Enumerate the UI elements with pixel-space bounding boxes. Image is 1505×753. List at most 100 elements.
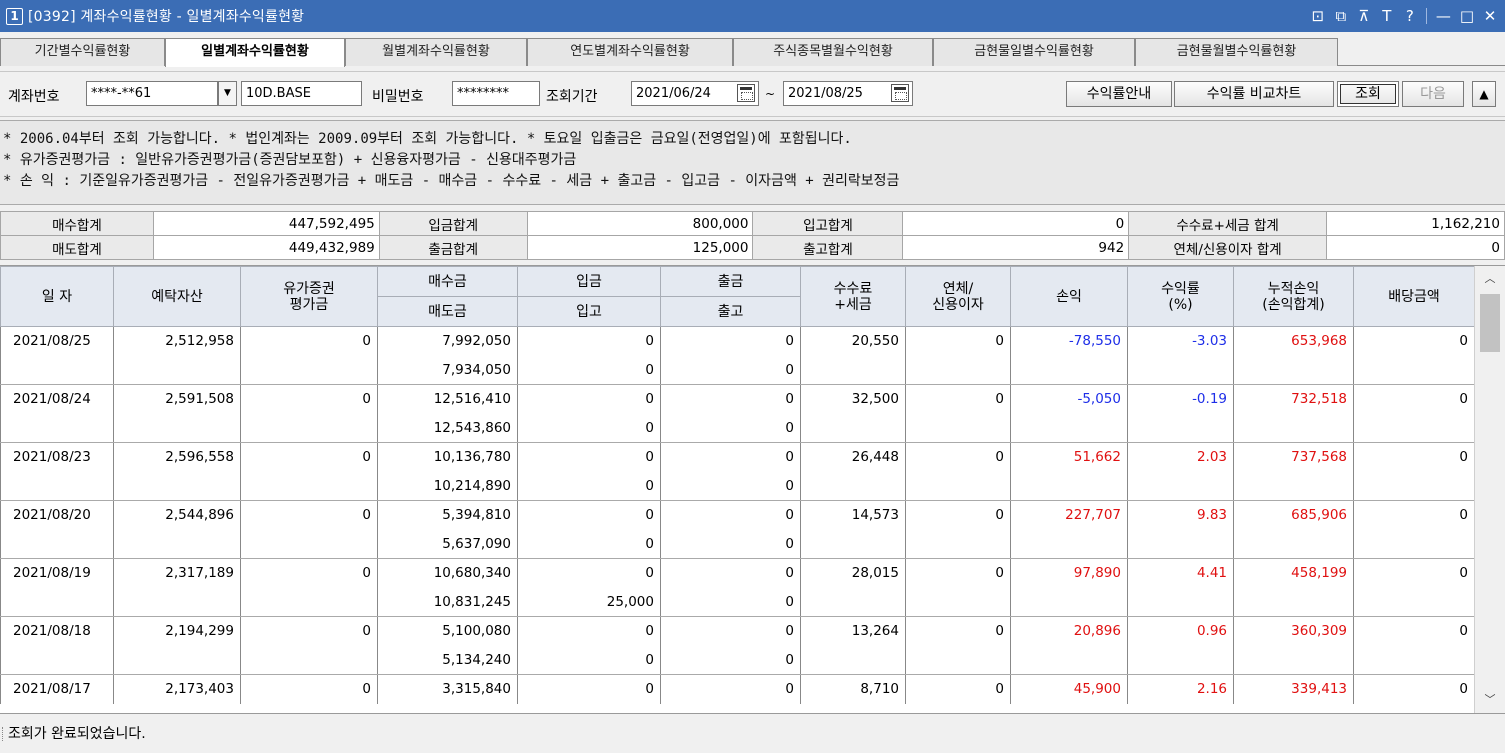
row-in-cash: 0 [517, 500, 661, 530]
tab-period-return[interactable]: 기간별수익률현황 [0, 38, 165, 66]
return-compare-chart-button[interactable]: 수익률 비교차트 [1174, 81, 1334, 107]
table-row[interactable]: 2021/08/18 2,194,299 0 5,100,080 0 0 13,264 0 20… [0, 616, 1475, 646]
summary-label: 입고합계 [752, 211, 904, 236]
maximize-icon[interactable]: □ [1460, 7, 1474, 25]
col-header-sell[interactable]: 매도금 [377, 296, 518, 327]
table-row[interactable]: 2021/08/23 2,596,558 0 10,136,780 0 0 26,448 0 5… [0, 442, 1475, 472]
row-in-stock: 0 [517, 413, 661, 443]
tab-daily-account-return[interactable]: 일별계좌수익률현황 [165, 38, 345, 67]
col-header-interest[interactable]: 연체/신용이자 [905, 266, 1011, 327]
row-buy: 5,100,080 [377, 616, 518, 646]
row-date-blank [0, 413, 114, 443]
tab-yearly-account-return[interactable]: 연도별계좌수익률현황 [527, 38, 733, 66]
col-header-in-cash[interactable]: 입금 [517, 266, 661, 297]
col-header-fee[interactable]: 수수료 +세금 [800, 266, 906, 327]
font-size-icon[interactable]: T [1380, 7, 1394, 25]
col-header-pnl[interactable]: 손익 [1010, 266, 1128, 327]
row-sell: 10,831,245 [377, 587, 518, 617]
row-rate-blank [1127, 645, 1234, 675]
row-interest: 0 [905, 442, 1011, 472]
tab-gold-monthly-return[interactable]: 금현물월별수익률현황 [1135, 38, 1338, 66]
summary-value: 447,592,495 [152, 211, 380, 236]
row-pnl: 97,890 [1010, 558, 1128, 588]
row-rate: 2.03 [1127, 442, 1234, 472]
tab-monthly-account-return[interactable]: 월별계좌수익률현황 [345, 38, 527, 66]
tab-stock-monthly-return[interactable]: 주식종목별월수익현황 [733, 38, 933, 66]
table-row-sub[interactable]: 5,134,240 0 0 [0, 645, 1475, 675]
row-interest: 0 [905, 558, 1011, 588]
row-rate-blank [1127, 587, 1234, 617]
grid-scrollbar[interactable]: ︿ ﹀ [1474, 266, 1505, 713]
row-date: 2021/08/23 [0, 442, 114, 472]
table-row[interactable]: 2021/08/20 2,544,896 0 5,394,810 0 0 14,573 0 22… [0, 500, 1475, 530]
query-button[interactable]: 조회 [1337, 81, 1399, 107]
row-deposit-blank [113, 471, 241, 501]
close-icon[interactable]: ✕ [1483, 7, 1497, 25]
row-out-cash: 0 [660, 674, 801, 704]
row-securities-blank [240, 471, 378, 501]
account-number-input[interactable]: ****-**61 [86, 81, 218, 106]
collapse-button[interactable]: ▲ [1472, 81, 1496, 107]
col-header-dividend[interactable]: 배당금액 [1353, 266, 1475, 327]
table-row[interactable]: 2021/08/19 2,317,189 0 10,680,340 0 0 28,015 0 9… [0, 558, 1475, 588]
table-row-sub[interactable]: 12,543,860 0 0 [0, 413, 1475, 443]
minimize-icon[interactable]: — [1436, 7, 1451, 25]
row-pnl: -78,550 [1010, 326, 1128, 356]
row-pnl-blank [1010, 413, 1128, 443]
row-in-stock: 25,000 [517, 587, 661, 617]
col-header-out-cash[interactable]: 출금 [660, 266, 801, 297]
screen-link-icon[interactable]: ⊡ [1311, 7, 1325, 25]
password-input[interactable]: ******** [452, 81, 540, 106]
col-header-cumulative[interactable]: 누적손익 (손익합계) [1233, 266, 1354, 327]
end-calendar-icon[interactable] [891, 84, 909, 102]
return-guide-button[interactable]: 수익률안내 [1066, 81, 1172, 107]
table-row[interactable]: 2021/08/24 2,591,508 0 12,516,410 0 0 32,500 0-… [0, 384, 1475, 414]
scroll-down-icon[interactable]: ﹀ [1475, 689, 1505, 711]
row-deposit-blank [113, 645, 241, 675]
table-row[interactable]: 2021/08/17 2,173,403 0 3,315,840 0 0 8,710 0 45,… [0, 674, 1475, 704]
col-header-date[interactable]: 일 자 [0, 266, 114, 327]
query-bar: 계좌번호 ****-**61 ▼ 10D.BASE 비밀번호 ******** … [0, 71, 1505, 117]
row-out-cash: 0 [660, 442, 801, 472]
col-header-in-stock[interactable]: 입고 [517, 296, 661, 327]
col-header-deposit[interactable]: 예탁자산 [113, 266, 241, 327]
row-pnl: 45,900 [1010, 674, 1128, 704]
row-cumulative-blank [1233, 587, 1354, 617]
col-header-out-stock[interactable]: 출고 [660, 296, 801, 327]
col-header-securities[interactable]: 유가증권 평가금 [240, 266, 378, 327]
row-cumulative-blank [1233, 413, 1354, 443]
table-row-sub[interactable]: 7,934,050 0 0 [0, 355, 1475, 385]
table-row-sub[interactable]: 10,214,890 0 0 [0, 471, 1475, 501]
table-row-sub[interactable]: 5,637,090 0 0 [0, 529, 1475, 559]
summary-label: 출고합계 [752, 235, 904, 260]
row-out-stock: 0 [660, 587, 801, 617]
tab-gold-daily-return[interactable]: 금현물일별수익률현황 [933, 38, 1135, 66]
row-cumulative: 653,968 [1233, 326, 1354, 356]
pin-icon[interactable]: ⊼ [1357, 7, 1371, 25]
row-out-stock: 0 [660, 471, 801, 501]
row-date-blank [0, 587, 114, 617]
start-calendar-icon[interactable] [737, 84, 755, 102]
row-out-cash: 0 [660, 500, 801, 530]
help-icon[interactable]: ? [1403, 7, 1417, 25]
scroll-up-icon[interactable]: ︿ [1475, 268, 1505, 290]
row-dividend-blank [1353, 413, 1475, 443]
row-in-stock: 0 [517, 529, 661, 559]
daily-return-grid[interactable]: 일 자 예탁자산 유가증권 평가금 매수금 입금 출금 수수료 +세금 연체/신용이… [0, 265, 1505, 714]
account-dropdown-button[interactable]: ▼ [218, 81, 237, 106]
row-fee-blank [800, 645, 906, 675]
account-name-field: 10D.BASE [241, 81, 362, 106]
scroll-thumb[interactable] [1480, 294, 1500, 352]
table-row-sub[interactable]: 10,831,245 25,000 0 [0, 587, 1475, 617]
row-cumulative: 732,518 [1233, 384, 1354, 414]
next-button[interactable]: 다음 [1402, 81, 1464, 107]
row-date: 2021/08/17 [0, 674, 114, 704]
row-in-stock: 0 [517, 355, 661, 385]
col-header-rate[interactable]: 수익률 (%) [1127, 266, 1234, 327]
window-title: [0392] 계좌수익률현황 - 일별계좌수익률현황 [28, 9, 305, 25]
col-header-buy[interactable]: 매수금 [377, 266, 518, 297]
info-line: * 손 익 : 기준일유가증권평가금 - 전일유가증권평가금 + 매도금 - 매… [3, 173, 900, 189]
title-bar: 1 [0392] 계좌수익률현황 - 일별계좌수익률현황 ⊡ ⧉ ⊼ T ? —… [0, 0, 1505, 32]
table-row[interactable]: 2021/08/25 2,512,958 0 7,992,050 0 0 20,550 0 -7… [0, 326, 1475, 356]
new-window-icon[interactable]: ⧉ [1334, 7, 1348, 25]
